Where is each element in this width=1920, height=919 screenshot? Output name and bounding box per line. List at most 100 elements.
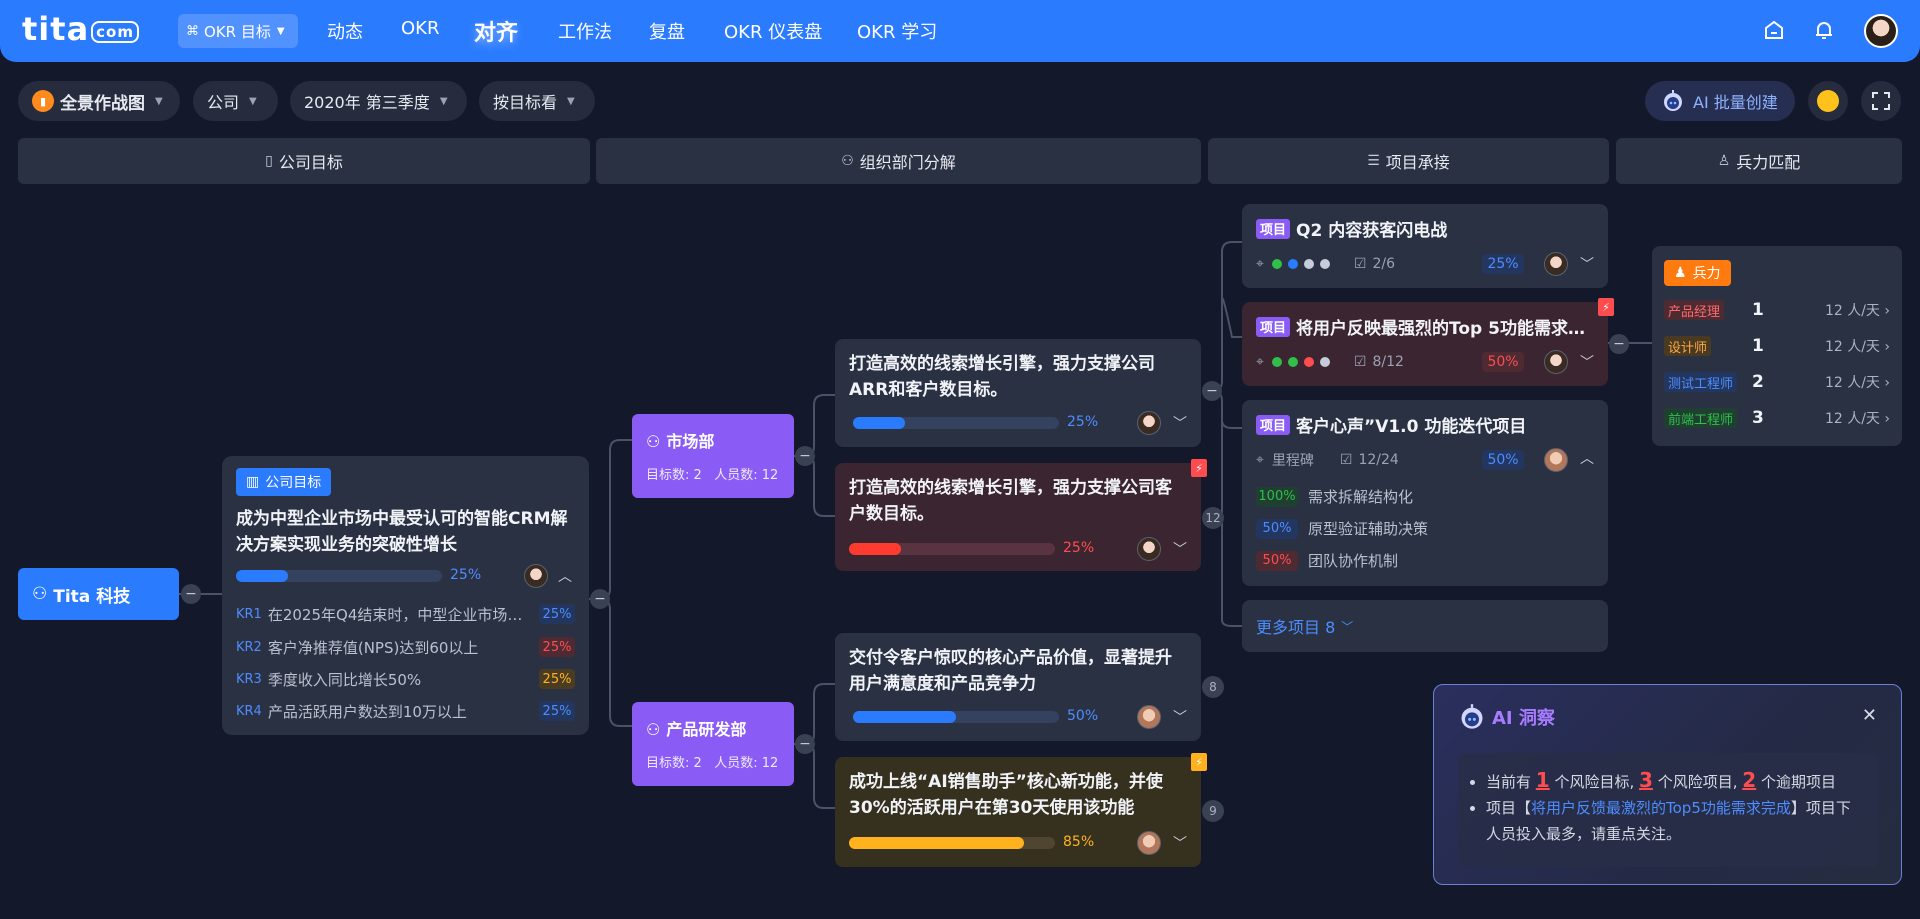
- checkbox-icon: ☑: [1353, 256, 1367, 272]
- company-goal-card[interactable]: ▥ 公司目标 成为中型企业市场中最受认可的智能CRM解决方案实现业务的突破性增长 …: [222, 456, 589, 735]
- objective-card[interactable]: 打造高效的线索增长引擎，强力支撑公司ARR和客户数目标。 25% ﹀: [835, 339, 1201, 447]
- close-icon[interactable]: ✕: [1862, 705, 1877, 726]
- dept-node-marketing[interactable]: ⚇ 市场部 目标数: 2 人员数: 12: [632, 414, 794, 498]
- company-goal-progress-bar: [236, 570, 442, 582]
- children-count-badge[interactable]: 8: [1202, 676, 1224, 698]
- owner-avatar[interactable]: [1137, 537, 1161, 561]
- children-count-badge[interactable]: 9: [1202, 800, 1224, 822]
- chevron-right-icon: ›: [1884, 303, 1890, 319]
- chevron-right-icon: ›: [1884, 411, 1890, 427]
- owner-avatar[interactable]: [1544, 448, 1568, 472]
- kr-progress-badge: 25%: [539, 604, 575, 624]
- collapse-toggle[interactable]: −: [181, 584, 201, 604]
- owner-avatar[interactable]: [1544, 350, 1568, 374]
- ai-insight-panel: AI 洞察 ✕ 当前有 1 个风险目标, 3 个风险项目, 2 个逾期项目 项目…: [1433, 684, 1902, 885]
- objective-progress-bar: [849, 543, 1055, 555]
- project-meta: ⌖ ☑ 8/12: [1256, 354, 1404, 370]
- collapse-toggle[interactable]: −: [1609, 334, 1629, 354]
- force-row[interactable]: 测试工程师 2 12 人/天 ›: [1664, 370, 1890, 394]
- company-goal-progress-label: 25%: [450, 567, 482, 583]
- location-pin-icon: ⌖: [1256, 452, 1264, 468]
- objective-progress-bar: [853, 417, 1059, 429]
- insight-focus: 项目【将用户反馈最激烈的Top5功能需求完成】项目下人员投入最多，请重点关注。: [1486, 795, 1864, 847]
- force-row[interactable]: 产品经理 1 12 人/天 ›: [1664, 298, 1890, 322]
- owner-avatar[interactable]: [1544, 252, 1568, 276]
- objective-progress-label: 25%: [1067, 414, 1099, 430]
- owner-avatar[interactable]: [1137, 831, 1161, 855]
- force-row[interactable]: 前端工程师 3 12 人/天 ›: [1664, 406, 1890, 430]
- kr-item[interactable]: KR2 客户净推荐值(NPS)达到60以上: [236, 637, 478, 658]
- more-projects-button[interactable]: 更多项目 8 ﹀: [1242, 600, 1608, 652]
- ai-robot-icon: [1461, 704, 1483, 729]
- company-goal-title: 成为中型企业市场中最受认可的智能CRM解决方案实现业务的突破性增长: [236, 509, 568, 555]
- chevron-down-icon[interactable]: ﹀: [1580, 254, 1594, 274]
- chevron-right-icon: ›: [1884, 375, 1890, 391]
- sub-project-item[interactable]: 50% 原型验证辅助决策: [1256, 518, 1428, 539]
- chevron-down-icon[interactable]: ﹀: [1580, 352, 1594, 372]
- person-icon: ♟: [1674, 265, 1687, 281]
- milestone-dot: [1271, 357, 1282, 367]
- kr-item[interactable]: KR4 产品活跃用户数达到10万以上: [236, 701, 467, 722]
- milestone-dot: [1303, 259, 1314, 269]
- objective-card-warning[interactable]: ⚡ 成功上线“AI销售助手”核心新功能，并使30%的活跃用户在第30天使用该功能…: [835, 753, 1207, 867]
- project-meta: ⌖ ☑ 2/6: [1256, 256, 1395, 272]
- kr-progress-badge: 25%: [539, 637, 575, 657]
- milestone-dot: [1303, 357, 1314, 367]
- project-progress-badge: 50%: [1482, 352, 1524, 372]
- owner-avatar[interactable]: [524, 564, 548, 588]
- force-badge: ♟ 兵力: [1664, 260, 1731, 286]
- chevron-down-icon[interactable]: ﹀: [1173, 833, 1187, 853]
- kr-item[interactable]: KR1 在2025年Q4结束时，中型企业市场…: [236, 604, 522, 625]
- chevron-down-icon[interactable]: ﹀: [1173, 413, 1187, 433]
- risk-flag-icon: ⚡: [1598, 298, 1614, 316]
- chevron-up-icon[interactable]: ︿: [558, 566, 572, 586]
- chevron-right-icon: ›: [1884, 339, 1890, 355]
- chevron-down-icon[interactable]: ﹀: [1173, 539, 1187, 559]
- collapse-toggle[interactable]: −: [590, 589, 610, 609]
- objective-card-risk[interactable]: ⚡ 打造高效的线索增长引擎，强力支撑公司客户数目标。 25% ﹀: [835, 459, 1207, 571]
- sub-project-item[interactable]: 100% 需求拆解结构化: [1256, 486, 1413, 507]
- org-tree-icon: ⚇: [646, 432, 661, 451]
- root-org-node[interactable]: ⚇ Tita 科技: [18, 568, 179, 620]
- collapse-toggle[interactable]: −: [795, 734, 815, 754]
- checkbox-icon: ☑: [1339, 452, 1353, 468]
- building-icon: ▥: [246, 474, 260, 490]
- owner-avatar[interactable]: [1137, 705, 1161, 729]
- collapse-toggle[interactable]: −: [1202, 381, 1222, 401]
- milestone-dot: [1271, 259, 1282, 269]
- sub-project-item[interactable]: 50% 团队协作机制: [1256, 550, 1398, 571]
- project-card-risk[interactable]: ⚡ 项目 将用户反映最强烈的Top 5功能需求… ⌖ ☑ 8/12 50% ﹀: [1242, 298, 1614, 386]
- kr-progress-badge: 25%: [539, 701, 575, 721]
- location-pin-icon: ⌖: [1256, 256, 1264, 272]
- dept-node-product-rd[interactable]: ⚇ 产品研发部 目标数: 2 人员数: 12: [632, 702, 794, 786]
- chevron-down-icon: ﹀: [1341, 619, 1354, 634]
- checkbox-icon: ☑: [1353, 354, 1367, 370]
- objective-progress-label: 85%: [1063, 834, 1095, 850]
- ai-insight-body: 当前有 1 个风险目标, 3 个风险项目, 2 个逾期项目 项目【将用户反馈最激…: [1458, 753, 1878, 867]
- objective-card[interactable]: 交付令客户惊叹的核心产品价值，显著提升用户满意度和产品竞争力 50% ﹀: [835, 633, 1201, 741]
- chevron-down-icon[interactable]: ﹀: [1173, 707, 1187, 727]
- children-count-badge[interactable]: 12: [1202, 507, 1224, 529]
- milestone-dot: [1319, 357, 1330, 367]
- objective-progress-label: 25%: [1063, 540, 1095, 556]
- location-pin-icon: ⌖: [1256, 354, 1264, 370]
- project-progress-badge: 25%: [1482, 254, 1524, 274]
- warning-flag-icon: ⚡: [1191, 753, 1207, 771]
- collapse-toggle[interactable]: −: [795, 446, 815, 466]
- project-card[interactable]: 项目 Q2 内容获客闪电战 ⌖ ☑ 2/6 25% ﹀: [1242, 204, 1608, 288]
- org-tree-icon: ⚇: [646, 720, 661, 739]
- insight-summary: 当前有 1 个风险目标, 3 个风险项目, 2 个逾期项目: [1486, 767, 1864, 795]
- company-goal-badge: ▥ 公司目标: [236, 468, 332, 496]
- kr-item[interactable]: KR3 季度收入同比增长50%: [236, 669, 421, 690]
- milestone-dot: [1287, 357, 1298, 367]
- owner-avatar[interactable]: [1137, 411, 1161, 435]
- force-row[interactable]: 设计师 1 12 人/天 ›: [1664, 334, 1890, 358]
- milestone-dot: [1287, 259, 1298, 269]
- project-card-expanded[interactable]: 项目 客户心声”V1.0 功能迭代项目 ⌖ 里程碑 ☑ 12/24 50% ︿ 100…: [1242, 400, 1608, 586]
- risk-flag-icon: ⚡: [1191, 459, 1207, 477]
- objective-progress-bar: [853, 711, 1059, 723]
- project-progress-badge: 50%: [1482, 450, 1524, 470]
- project-link[interactable]: 将用户反馈最激烈的Top5功能需求完成: [1531, 799, 1791, 817]
- objective-progress-bar: [849, 837, 1055, 849]
- chevron-up-icon[interactable]: ︿: [1580, 448, 1594, 468]
